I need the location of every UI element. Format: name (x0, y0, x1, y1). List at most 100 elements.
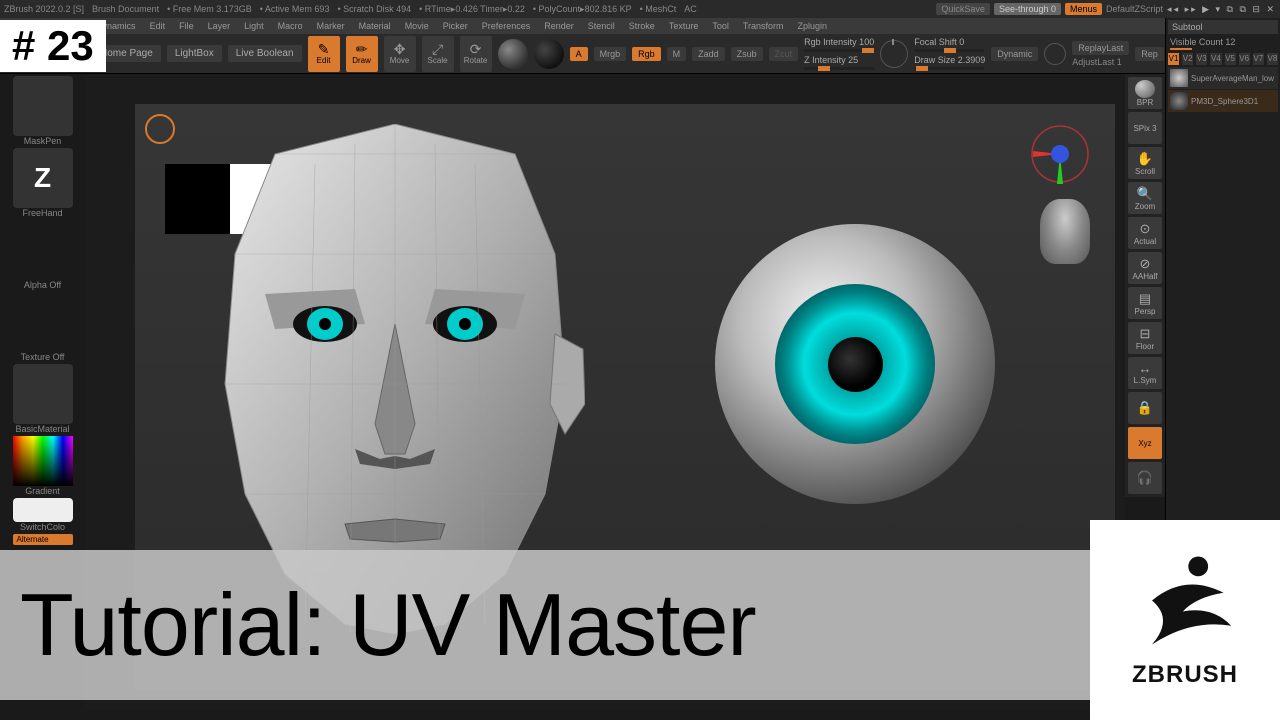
v6-toggle[interactable]: V6 (1239, 53, 1250, 65)
lsym-button[interactable]: ↔L.Sym (1128, 357, 1162, 389)
subtool-header[interactable]: Subtool (1168, 20, 1278, 34)
menu-render[interactable]: Render (544, 21, 574, 31)
episode-badge: # 23 (0, 20, 106, 72)
floor-button[interactable]: ⊟Floor (1128, 322, 1162, 354)
menu-zplugin[interactable]: Zplugin (798, 21, 828, 31)
pupil (828, 337, 883, 392)
headphones-icon[interactable]: 🎧 (1128, 462, 1162, 494)
axis-ring-icon[interactable] (145, 114, 175, 144)
menu-movie[interactable]: Movie (405, 21, 429, 31)
switch-color-label: SwitchColo (20, 522, 65, 532)
zcut-button[interactable]: Zcut (769, 47, 799, 61)
quicksave-button[interactable]: QuickSave (936, 3, 990, 15)
alternate-toggle[interactable]: Alternate (13, 534, 73, 545)
menu-stroke[interactable]: Stroke (629, 21, 655, 31)
lock-button[interactable]: 🔒 (1128, 392, 1162, 424)
v3-toggle[interactable]: V3 (1196, 53, 1207, 65)
draw-size-slider[interactable]: Draw Size 2.3909 (914, 55, 985, 70)
navigation-gizmo[interactable] (1025, 124, 1095, 194)
menu-macro[interactable]: Macro (278, 21, 303, 31)
gradient-label: Gradient (25, 486, 60, 496)
menu-file[interactable]: File (179, 21, 194, 31)
alpha-label: Alpha Off (24, 280, 61, 290)
menu-light[interactable]: Light (244, 21, 264, 31)
seethrough-slider[interactable]: See-through 0 (994, 3, 1061, 15)
z-intensity-slider[interactable]: Z Intensity 25 (804, 55, 874, 70)
spix-button[interactable]: SPix 3 (1128, 112, 1162, 144)
material-preview-sphere[interactable] (534, 39, 564, 69)
rgb-button[interactable]: Rgb (632, 47, 661, 61)
scroll-button[interactable]: ✋Scroll (1128, 147, 1162, 179)
menu-marker[interactable]: Marker (317, 21, 345, 31)
a-toggle[interactable]: A (570, 47, 588, 61)
v5-toggle[interactable]: V5 (1225, 53, 1236, 65)
free-mem: • Free Mem 3.173GB (167, 4, 252, 14)
edit-mode-button[interactable]: ✎Edit (308, 36, 340, 72)
zbrush-brand-text: ZBRUSH (1132, 661, 1238, 689)
subtool-item-1[interactable]: SuperAverageMan_low (1168, 67, 1278, 89)
iris (775, 284, 935, 444)
v1-toggle[interactable]: V1 (1168, 53, 1179, 65)
top-toolbar: Alt Iter Home Page LightBox Live Boolean… (0, 34, 1280, 74)
rgb-intensity-slider[interactable]: Rgb Intensity 100 (804, 37, 874, 52)
rotate-mode-button[interactable]: ⟳Rotate (460, 36, 492, 72)
adjust-last[interactable]: AdjustLast 1 (1072, 57, 1129, 67)
active-mem: • Active Mem 693 (260, 4, 330, 14)
draw-mode-button[interactable]: ✏Draw (346, 36, 378, 72)
right-shelf: BPR SPix 3 ✋Scroll 🔍Zoom ⊙Actual ⊘AAHalf… (1125, 74, 1165, 497)
v2-toggle[interactable]: V2 (1182, 53, 1193, 65)
menu-stencil[interactable]: Stencil (588, 21, 615, 31)
menu-tool[interactable]: Tool (712, 21, 729, 31)
menu-edit[interactable]: Edit (150, 21, 166, 31)
brush-slot[interactable] (13, 76, 73, 136)
brush-preview-sphere[interactable] (498, 39, 528, 69)
zadd-button[interactable]: Zadd (692, 47, 725, 61)
aahalf-button[interactable]: ⊘AAHalf (1128, 252, 1162, 284)
live-boolean-button[interactable]: Live Boolean (228, 45, 302, 62)
texture-slot[interactable] (13, 292, 73, 352)
switch-color[interactable] (13, 498, 73, 522)
menu-picker[interactable]: Picker (443, 21, 468, 31)
zsub-button[interactable]: Zsub (731, 47, 763, 61)
bpr-button[interactable]: BPR (1128, 77, 1162, 109)
menu-texture[interactable]: Texture (669, 21, 699, 31)
rtime: • RTime▸0.426 Timer▸0.22 (419, 4, 525, 15)
menu-transform[interactable]: Transform (743, 21, 784, 31)
move-mode-button[interactable]: ✥Move (384, 36, 416, 72)
scale-mode-button[interactable]: ⤢Scale (422, 36, 454, 72)
color-picker[interactable] (13, 436, 73, 486)
menu-preferences[interactable]: Preferences (482, 21, 531, 31)
zbrush-logo-icon (1130, 551, 1240, 661)
stroke-slot[interactable]: Z (13, 148, 73, 208)
menu-material[interactable]: Material (359, 21, 391, 31)
persp-button[interactable]: ▤Persp (1128, 287, 1162, 319)
actual-button[interactable]: ⊙Actual (1128, 217, 1162, 249)
m-button[interactable]: M (667, 47, 687, 61)
tutorial-title-bar: Tutorial: UV Master (0, 550, 1280, 700)
zbrush-logo-panel: ZBRUSH (1090, 520, 1280, 720)
polycount: • PolyCount▸802.816 KP (533, 4, 632, 15)
menus-toggle[interactable]: Menus (1065, 3, 1102, 15)
default-zscript[interactable]: DefaultZScript (1106, 4, 1163, 14)
alpha-slot[interactable] (13, 220, 73, 280)
left-tray: MaskPen ZFreeHand Alpha Off Texture Off … (0, 74, 85, 547)
xyz-button[interactable]: Xyz (1128, 427, 1162, 459)
material-slot[interactable] (13, 364, 73, 424)
dynamic-toggle[interactable]: Dynamic (991, 47, 1038, 61)
focal-dial-icon[interactable] (880, 40, 908, 68)
v7-toggle[interactable]: V7 (1253, 53, 1264, 65)
subtool-item-2[interactable]: PM3D_Sphere3D1 (1168, 90, 1278, 112)
menu-layer[interactable]: Layer (208, 21, 231, 31)
menu-bar: Document Draw Dynamics Edit File Layer L… (0, 18, 1280, 34)
v4-toggle[interactable]: V4 (1210, 53, 1221, 65)
zoom-button[interactable]: 🔍Zoom (1128, 182, 1162, 214)
replay-dial-icon[interactable] (1044, 43, 1066, 65)
mrgb-button[interactable]: Mrgb (594, 47, 627, 61)
mini-head-preview[interactable] (1040, 199, 1090, 264)
focal-shift-slider[interactable]: Focal Shift 0 (914, 37, 985, 52)
window-controls[interactable]: ◂◂ ▸▸ ▶ ▾ ⧉ ⧉ ⊟ ✕ (1167, 4, 1276, 15)
rep-button[interactable]: Rep (1135, 47, 1164, 61)
lightbox-button[interactable]: LightBox (167, 45, 222, 62)
v8-toggle[interactable]: V8 (1267, 53, 1278, 65)
replay-last-button[interactable]: ReplayLast (1072, 41, 1129, 55)
